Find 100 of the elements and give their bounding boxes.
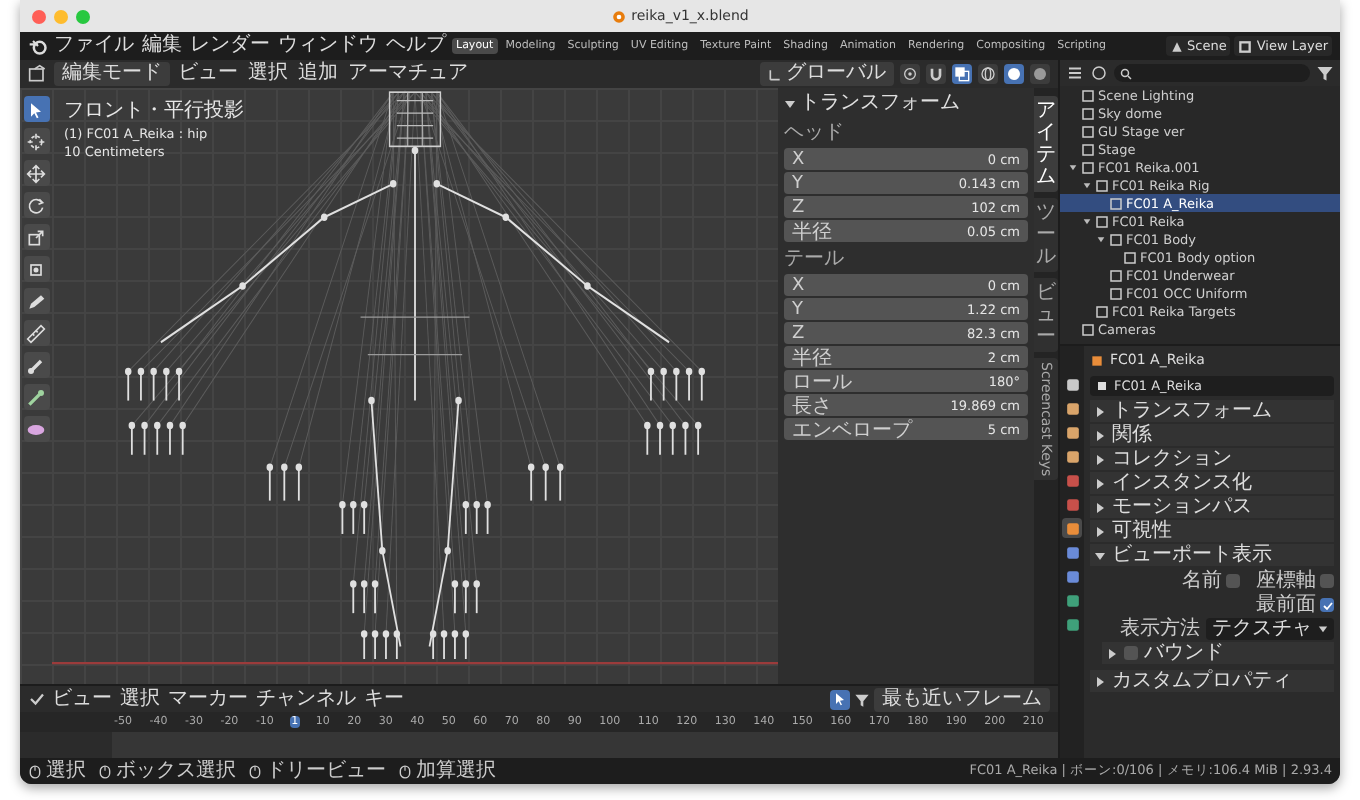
properties-tab[interactable] [1062, 614, 1082, 634]
checkbox[interactable]: 名前 [1182, 570, 1240, 592]
extrude-icon [26, 387, 46, 407]
status-hint: 加算選択 [416, 759, 496, 783]
pencil-tool[interactable] [23, 288, 49, 314]
mouse-icon [28, 763, 42, 779]
mouse-icon [398, 763, 412, 779]
filter-icon[interactable] [1316, 64, 1334, 82]
section-label: テール [784, 248, 846, 272]
menu-item[interactable]: 選択 [246, 62, 290, 86]
panel-header[interactable]: 可視性 [1090, 520, 1334, 542]
snap-button[interactable] [926, 64, 946, 84]
panel-header[interactable]: カスタムプロパティ [1090, 670, 1334, 692]
editor-type-icon[interactable] [28, 690, 46, 708]
blender-logo-icon[interactable] [28, 36, 48, 56]
menu-item[interactable]: ファイル [52, 34, 136, 58]
transform-icon [26, 259, 46, 279]
rotate-tool[interactable] [23, 192, 49, 218]
mouse-icon [248, 763, 262, 779]
properties-tab[interactable] [1062, 590, 1082, 610]
envelope-icon [26, 419, 46, 439]
xray-button[interactable] [952, 64, 972, 84]
properties-tab[interactable] [1062, 542, 1082, 562]
magnet-icon [928, 66, 944, 82]
menu-item[interactable]: ヘルプ [384, 34, 448, 58]
display-mode-icon[interactable] [1090, 64, 1108, 82]
menu-item[interactable]: マーカー [166, 687, 250, 711]
cursor-tool[interactable] [23, 128, 49, 154]
wire-sphere-icon [980, 66, 996, 82]
subpanel-header[interactable]: バウンド [1102, 642, 1334, 664]
snapping-dropdown[interactable]: 最も近いフレーム [874, 687, 1050, 711]
status-hint: ドリービュー [266, 759, 386, 783]
envelope-tool[interactable] [23, 416, 49, 442]
panel-header[interactable]: 関係 [1090, 424, 1334, 446]
editor-type-icon[interactable] [1066, 64, 1084, 82]
cursor-icon [26, 131, 46, 151]
menu-item[interactable]: アーマチュア [346, 62, 470, 86]
status-hint: 選択 [46, 759, 86, 783]
field-label: 表示方法 [1120, 618, 1200, 640]
section-label: ヘッド [784, 122, 846, 146]
properties-tab[interactable] [1062, 398, 1082, 418]
extrude-tool[interactable] [23, 384, 49, 410]
collapse-arrow-icon [1094, 549, 1106, 561]
checkbox[interactable]: 最前面 [1256, 594, 1334, 616]
collapse-arrow-icon[interactable] [784, 98, 796, 110]
display-dropdown[interactable]: テクスチャ [1206, 618, 1334, 640]
menu-item[interactable]: 編集 [140, 34, 184, 58]
menu-item[interactable]: ビュー [176, 62, 240, 86]
scale-tool[interactable] [23, 224, 49, 250]
select-cursor-icon [26, 99, 46, 119]
sidebar-tab[interactable]: アイテム [1034, 96, 1058, 192]
panel-header[interactable]: インスタンス化 [1090, 472, 1334, 494]
editor-type-icon[interactable] [28, 64, 48, 84]
sphere-icon [1006, 66, 1022, 82]
panel-header[interactable]: ビューポート表示 [1090, 544, 1334, 566]
rotate-icon [26, 195, 46, 215]
move-tool[interactable] [23, 160, 49, 186]
object-icon [1096, 380, 1108, 392]
checkbox[interactable]: 座標軸 [1256, 570, 1334, 592]
blend-file-icon [611, 9, 626, 23]
bone-roll-tool[interactable] [23, 352, 49, 378]
orientation-dropdown[interactable]: グローバル [760, 62, 894, 86]
pivot-button[interactable] [900, 64, 920, 84]
menu-item[interactable]: 追加 [296, 62, 340, 86]
panel-header[interactable]: コレクション [1090, 448, 1334, 470]
properties-tab[interactable] [1062, 518, 1082, 538]
select-cursor-tool[interactable] [23, 96, 49, 122]
ruler-tool[interactable] [23, 320, 49, 346]
solid-button[interactable] [1004, 64, 1024, 84]
sidebar-tab[interactable]: ツール [1034, 198, 1058, 272]
wireframe-button[interactable] [978, 64, 998, 84]
filter-button[interactable] [830, 689, 850, 709]
properties-tab[interactable] [1062, 566, 1082, 586]
cursor-arrow-icon [832, 691, 848, 707]
layers-icon [1238, 39, 1253, 53]
properties-tab[interactable] [1062, 422, 1082, 442]
transform-tool[interactable] [23, 256, 49, 282]
properties-tab[interactable] [1062, 374, 1082, 394]
move-icon [26, 163, 46, 183]
pivot-icon [902, 66, 918, 82]
overlap-icon [954, 66, 970, 82]
scale-icon [26, 227, 46, 247]
menu-item[interactable]: ウィンドウ [276, 34, 380, 58]
funnel-icon[interactable] [854, 691, 870, 707]
sidebar-tab[interactable]: ビュー [1034, 278, 1058, 352]
bone-roll-icon [26, 355, 46, 375]
menu-item[interactable]: キー [362, 687, 406, 711]
properties-tab[interactable] [1062, 446, 1082, 466]
panel-header[interactable]: トランスフォーム [1090, 400, 1334, 422]
menu-item[interactable]: 選択 [118, 687, 162, 711]
menu-item[interactable]: レンダー [188, 34, 272, 58]
panel-header[interactable]: モーションパス [1090, 496, 1334, 518]
mouse-icon [98, 763, 112, 779]
mode-dropdown[interactable]: 編集モード [54, 62, 170, 86]
ruler-icon [26, 323, 46, 343]
material-button[interactable] [1030, 64, 1050, 84]
scene-icon [1169, 39, 1184, 53]
search-field[interactable] [1114, 64, 1310, 82]
menu-item[interactable]: ビュー [50, 687, 114, 711]
menu-item[interactable]: チャンネル [254, 687, 358, 711]
